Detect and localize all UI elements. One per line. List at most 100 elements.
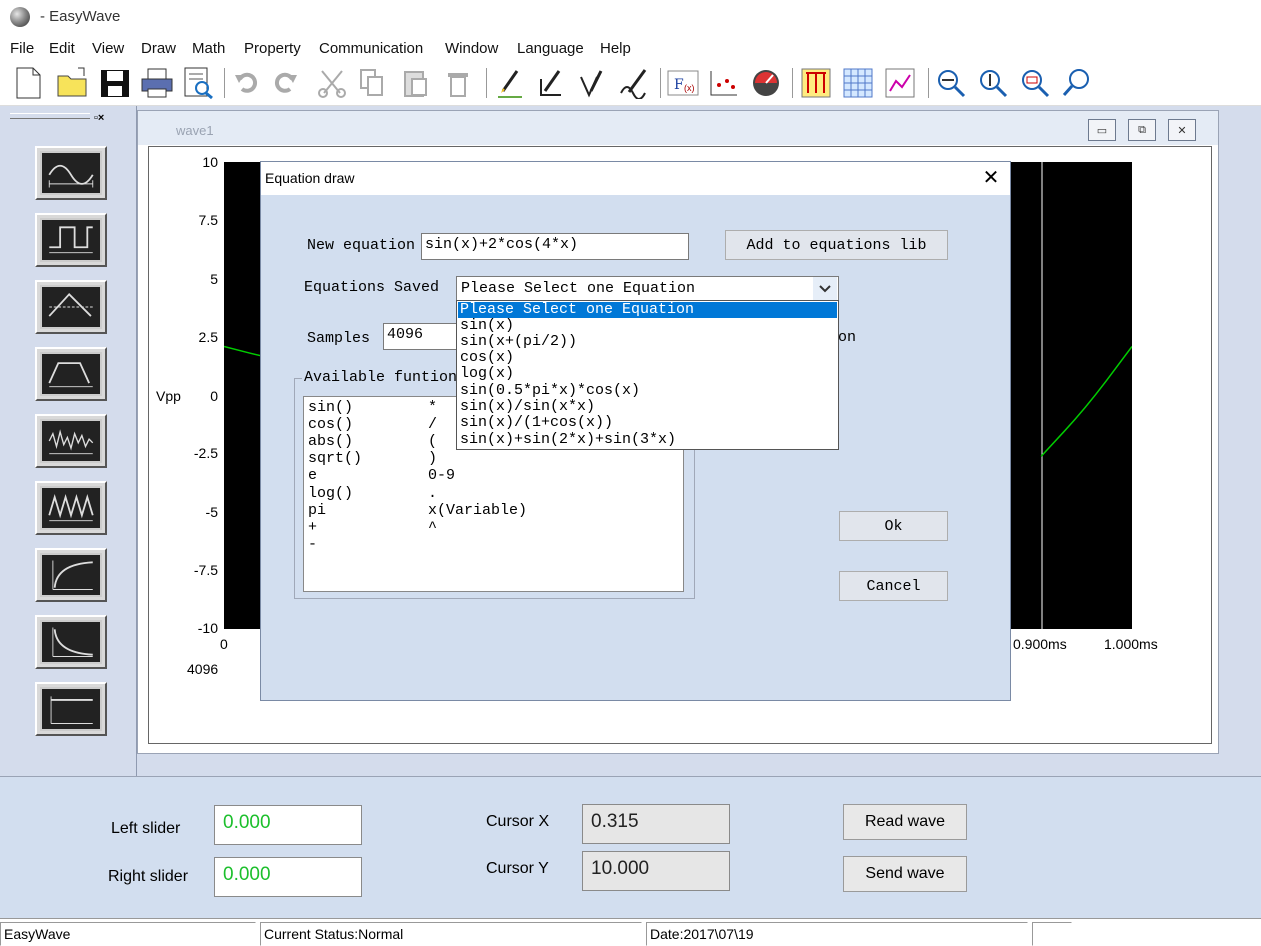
wave-window-titlebar[interactable] <box>138 111 1218 145</box>
print-preview-icon[interactable] <box>180 65 216 101</box>
dc-level-button[interactable] <box>35 682 107 736</box>
dropdown-option[interactable]: cos(x) <box>458 350 837 366</box>
exp-rise-button[interactable] <box>35 548 107 602</box>
sine-wave-icon <box>40 151 102 195</box>
dropdown-option[interactable]: log(x) <box>458 366 837 382</box>
chart-icon[interactable] <box>882 65 918 101</box>
close-button[interactable]: ✕ <box>1168 119 1196 141</box>
dropdown-option[interactable]: sin(x) <box>458 318 837 334</box>
menu-view[interactable]: View <box>92 40 124 57</box>
equations-saved-select[interactable]: Please Select one Equation <box>456 276 839 301</box>
delete-icon[interactable] <box>440 65 476 101</box>
cut-icon[interactable] <box>314 65 350 101</box>
y-tick: 5 <box>210 271 218 287</box>
obscured-label-tail: on <box>838 329 857 346</box>
dropdown-option[interactable]: sin(x+(pi/2)) <box>458 334 837 350</box>
app-title: - EasyWave <box>40 8 121 25</box>
toolbar-separator <box>792 68 794 98</box>
equation-icon[interactable]: F (x) <box>665 65 701 101</box>
toolbar: F (x) <box>0 62 1261 106</box>
status-bar: EasyWave Current Status:Normal Date:2017… <box>0 918 1261 946</box>
ok-button[interactable]: Ok <box>839 511 948 541</box>
dialog-close-icon[interactable]: ✕ <box>980 166 1002 189</box>
marker-icon[interactable] <box>798 65 834 101</box>
samples-input[interactable]: 4096 <box>383 323 458 350</box>
menu-draw[interactable]: Draw <box>141 40 176 57</box>
dc-level-icon <box>40 687 102 731</box>
sawtooth-wave-button[interactable] <box>35 481 107 535</box>
menu-help[interactable]: Help <box>600 40 631 57</box>
y-tick: -5 <box>205 504 218 520</box>
trapezoid-wave-button[interactable] <box>35 347 107 401</box>
send-wave-button[interactable]: Send wave <box>843 856 967 892</box>
menubar: File Edit View Draw Math Property Commun… <box>0 36 1261 62</box>
read-wave-button[interactable]: Read wave <box>843 804 967 840</box>
copy-icon[interactable] <box>354 65 390 101</box>
menu-communication[interactable]: Communication <box>319 40 423 57</box>
exp-rise-icon <box>40 553 102 597</box>
noise-wave-button[interactable] <box>35 414 107 468</box>
pen-v-icon[interactable] <box>574 65 610 101</box>
new-file-icon[interactable] <box>10 65 46 101</box>
wave-type-panel: ▫× <box>0 106 137 776</box>
menu-math[interactable]: Math <box>192 40 225 57</box>
wave-window-title: wave1 <box>176 123 214 138</box>
add-to-lib-button[interactable]: Add to equations lib <box>725 230 948 260</box>
bottom-control-panel: Left slider 0.000 Right slider 0.000 Cur… <box>0 776 1261 918</box>
dropdown-option[interactable]: sin(x)+sin(2*x)+sin(3*x) <box>458 432 837 448</box>
menu-file[interactable]: File <box>10 40 34 57</box>
paste-icon[interactable] <box>398 65 434 101</box>
chevron-down-icon[interactable] <box>813 277 837 300</box>
menu-property[interactable]: Property <box>244 40 301 57</box>
zoom-vertical-icon[interactable] <box>975 65 1011 101</box>
dropdown-option[interactable]: sin(x)/sin(x*x) <box>458 399 837 415</box>
left-slider-value[interactable]: 0.000 <box>214 805 362 845</box>
app-globe-icon <box>10 7 30 27</box>
left-slider-label: Left slider <box>111 820 181 837</box>
save-icon[interactable] <box>97 65 133 101</box>
dropdown-option[interactable]: sin(x)/(1+cos(x)) <box>458 415 837 431</box>
exp-decay-button[interactable] <box>35 615 107 669</box>
zoom-horizontal-icon[interactable] <box>933 65 969 101</box>
zoom-in-icon[interactable] <box>1017 65 1053 101</box>
pen-angle-icon[interactable] <box>532 65 568 101</box>
cancel-button[interactable]: Cancel <box>839 571 948 601</box>
y-tick: 10 <box>202 154 218 170</box>
y-tick: 0 <box>210 388 218 404</box>
menu-language[interactable]: Language <box>517 40 584 57</box>
restore-button[interactable]: ⧉ <box>1128 119 1156 141</box>
dialog-title: Equation draw <box>265 170 355 186</box>
dropdown-option[interactable]: sin(0.5*pi*x)*cos(x) <box>458 383 837 399</box>
gauge-icon[interactable] <box>748 65 784 101</box>
triangle-wave-button[interactable] <box>35 280 107 334</box>
square-wave-button[interactable] <box>35 213 107 267</box>
minimize-button[interactable]: ▭ <box>1088 119 1116 141</box>
undo-icon[interactable] <box>228 65 264 101</box>
svg-text:(x): (x) <box>684 83 695 93</box>
redo-icon[interactable] <box>268 65 304 101</box>
right-slider-value[interactable]: 0.000 <box>214 857 362 897</box>
open-folder-icon[interactable] <box>55 65 91 101</box>
panel-grip[interactable] <box>10 113 90 119</box>
zoom-reset-icon[interactable] <box>1059 65 1095 101</box>
dropdown-option[interactable]: Please Select one Equation <box>458 302 837 318</box>
grid-icon[interactable] <box>840 65 876 101</box>
pen-free-icon[interactable] <box>616 65 652 101</box>
print-icon[interactable] <box>139 65 175 101</box>
dialog-titlebar[interactable] <box>261 162 1010 195</box>
available-functions-label: Available funtions <box>302 369 469 386</box>
y-tick: -7.5 <box>193 562 218 578</box>
cursor-x-value: 0.315 <box>582 804 730 844</box>
menu-window[interactable]: Window <box>445 40 498 57</box>
panel-dock-buttons[interactable]: ▫× <box>94 112 104 124</box>
point-draw-icon[interactable] <box>706 65 742 101</box>
pen-line-icon[interactable] <box>492 65 528 101</box>
sine-wave-button[interactable] <box>35 146 107 200</box>
y-tick: -10 <box>197 620 218 636</box>
new-equation-input[interactable]: sin(x)+2*cos(4*x) <box>421 233 689 260</box>
window-titlebar: - EasyWave <box>0 0 1261 36</box>
x-tick: 0 <box>220 636 228 652</box>
svg-text:F: F <box>674 77 684 93</box>
menu-edit[interactable]: Edit <box>49 40 75 57</box>
noise-wave-icon <box>40 419 102 463</box>
